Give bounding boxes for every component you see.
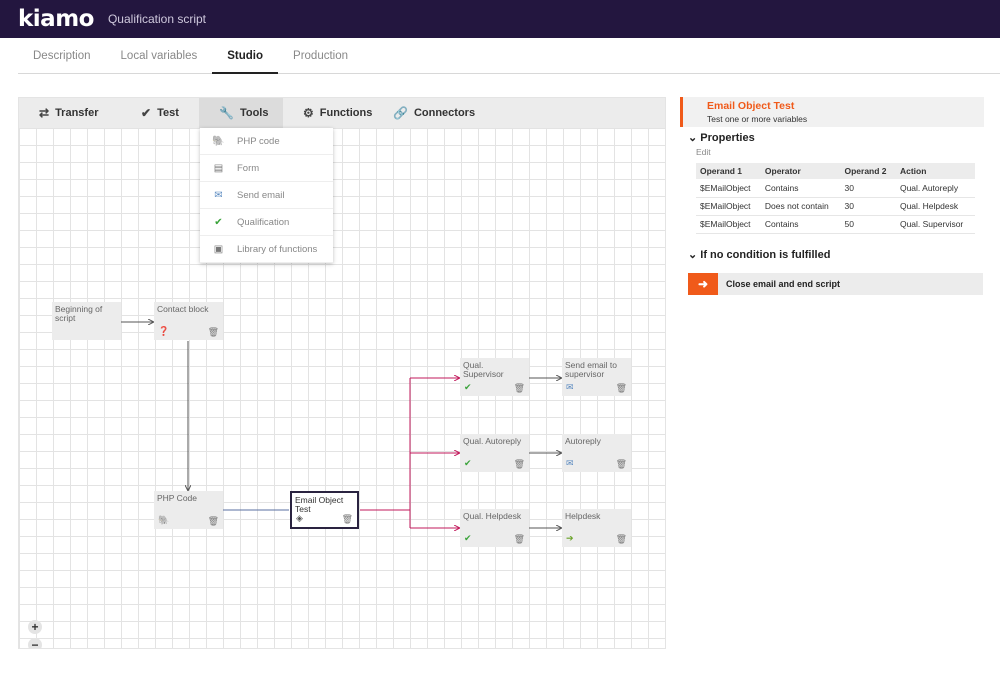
menu-item-send-email[interactable]: ✉ Send email [200, 182, 333, 209]
wrench-icon: 🔧 [219, 106, 234, 120]
envelope-icon: ✉ [566, 382, 574, 392]
menu-item-library-of-functions[interactable]: ▣ Library of functions [200, 236, 333, 263]
elephant-icon: 🐘 [158, 515, 170, 525]
menu-item-form[interactable]: ▤ Form [200, 155, 333, 182]
node-autoreply[interactable]: Autoreply ✉ 🗑 [562, 434, 631, 472]
menu-item-php-code[interactable]: 🐘 PHP code [200, 128, 333, 155]
panel-subtitle: Test one or more variables [707, 114, 808, 124]
form-icon: ▤ [213, 162, 224, 174]
edit-link[interactable]: Edit [680, 147, 984, 157]
app-title: Qualification script [107, 12, 207, 26]
transfer-icon: ⇄ [39, 106, 50, 120]
table-row[interactable]: $EMailObject Contains 30 Qual. Autoreply [696, 179, 975, 198]
studio-toolbar: ⇄ Transfer ✔ Test 🔧 Tools ⚙ Functions 🔗 Conne… [19, 98, 665, 128]
trash-icon[interactable]: 🗑 [208, 517, 219, 526]
panel-header: Email Object Test Test one or more varia… [680, 97, 984, 127]
trash-icon[interactable]: 🗑 [342, 515, 353, 524]
node-beginning-of-script[interactable]: Beginning of script [52, 302, 121, 340]
tools-dropdown: 🐘 PHP code ▤ Form ✉ Send email ✔ Qualificati… [200, 128, 333, 263]
chevron-down-icon: ⌄ [688, 248, 698, 261]
checkmark-icon: ✔ [464, 382, 472, 392]
tab-studio[interactable]: Studio [212, 38, 279, 74]
studio-canvas: ⇄ Transfer ✔ Test 🔧 Tools ⚙ Functions 🔗 Conne… [18, 97, 666, 649]
tab-production[interactable]: Production [278, 38, 363, 74]
main-tabs: Description Local variables Studio Produ… [18, 38, 1000, 74]
node-qual-supervisor[interactable]: Qual. Supervisor ✔ 🗑 [460, 358, 529, 396]
forward-arrow-icon: ➔ [566, 533, 574, 543]
zoom-out-button[interactable]: − [28, 638, 42, 648]
link-icon: 🔗 [393, 106, 408, 120]
elephant-icon: 🐘 [212, 135, 225, 147]
node-send-email-to-supervisor[interactable]: Send email to supervisor ✉ 🗑 [562, 358, 631, 396]
node-qual-helpdesk[interactable]: Qual. Helpdesk ✔ 🗑 [460, 509, 529, 547]
trash-icon[interactable]: 🗑 [514, 384, 525, 393]
checkmark-icon: ✔ [464, 533, 472, 543]
properties-panel: Email Object Test Test one or more varia… [680, 97, 984, 295]
envelope-icon: ✉ [214, 189, 223, 201]
diamond-icon: ◈ [296, 513, 303, 523]
trash-icon[interactable]: 🗑 [616, 460, 627, 469]
table-header-row: Operand 1 Operator Operand 2 Action [696, 163, 975, 179]
close-email-end-script-action[interactable]: ➜ Close email and end script [688, 272, 983, 295]
column-header: Action [895, 163, 975, 179]
checkmark-icon: ✔ [214, 216, 223, 228]
help-icon: ❓ [158, 326, 170, 336]
tab-local-variables[interactable]: Local variables [106, 38, 213, 74]
library-icon: ▣ [213, 243, 224, 255]
trash-icon[interactable]: 🗑 [208, 328, 219, 337]
node-contact-block[interactable]: Contact block ❓ 🗑 [154, 302, 223, 340]
zoom-in-button[interactable]: + [28, 620, 42, 634]
trash-icon[interactable]: 🗑 [514, 460, 525, 469]
test-button[interactable]: ✔ Test [129, 98, 199, 128]
table-row[interactable]: $EMailObject Does not contain 30 Qual. H… [696, 197, 975, 216]
checkmark-icon: ✔ [464, 458, 472, 468]
trash-icon[interactable]: 🗑 [616, 535, 627, 544]
column-header: Operand 2 [840, 163, 896, 179]
panel-title: Email Object Test [707, 100, 795, 112]
top-bar: kiamo Qualification script [0, 0, 1000, 38]
kiamo-logo: kiamo [18, 6, 94, 32]
arrow-right-icon: ➜ [688, 272, 718, 295]
properties-section-toggle[interactable]: ⌄ Properties [680, 131, 984, 144]
envelope-icon: ✉ [566, 458, 574, 468]
functions-button[interactable]: ⚙ Functions [283, 98, 387, 128]
node-qual-autoreply[interactable]: Qual. Autoreply ✔ 🗑 [460, 434, 529, 472]
tab-description[interactable]: Description [18, 38, 106, 74]
gear-icon: ⚙ [303, 106, 314, 120]
column-header: Operand 1 [696, 163, 761, 179]
transfer-button[interactable]: ⇄ Transfer [19, 98, 129, 128]
chevron-down-icon: ⌄ [688, 132, 698, 144]
column-header: Operator [760, 163, 841, 179]
table-row[interactable]: $EMailObject Contains 50 Qual. Superviso… [696, 215, 975, 234]
tools-button[interactable]: 🔧 Tools [199, 98, 283, 128]
trash-icon[interactable]: 🗑 [514, 535, 525, 544]
connectors-button[interactable]: 🔗 Connectors [387, 98, 507, 128]
node-helpdesk[interactable]: Helpdesk ➔ 🗑 [562, 509, 631, 547]
trash-icon[interactable]: 🗑 [616, 384, 627, 393]
fallback-section-toggle[interactable]: ⌄ If no condition is fulfilled [680, 248, 984, 261]
checkmark-icon: ✔ [141, 106, 152, 120]
node-email-object-test[interactable]: Email Object Test ◈ 🗑 [290, 491, 359, 529]
node-php-code[interactable]: PHP Code 🐘 🗑 [154, 491, 223, 529]
menu-item-qualification[interactable]: ✔ Qualification [200, 209, 333, 236]
conditions-table: Operand 1 Operator Operand 2 Action $EMa… [696, 163, 975, 234]
